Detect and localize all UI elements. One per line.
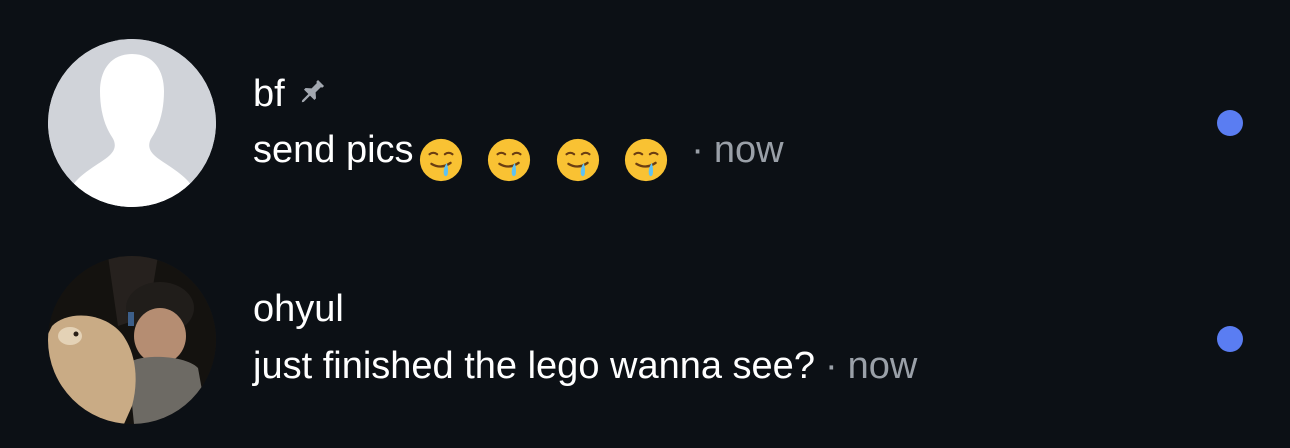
default-avatar-silhouette-icon [48,39,216,207]
drooling-face-emoji-icon [488,138,531,182]
contact-name-text: ohyul [253,288,344,330]
drooling-face-emoji-icon [419,138,462,182]
avatar[interactable] [48,256,216,424]
conversation-list: bf send pics · now ohyul just finished t… [0,0,1290,448]
unread-indicator [1217,110,1243,136]
avatar[interactable] [48,39,216,207]
message-preview-text: just finished the lego wanna see? [253,345,815,387]
contact-name: bf [253,75,329,116]
timestamp: now [713,129,784,171]
conversation-row-ohyul[interactable]: ohyul just finished the lego wanna see? ·… [0,232,1290,448]
emoji-group [418,137,682,183]
pin-icon [295,75,329,116]
contact-name-text: bf [253,73,285,115]
separator-dot: · [691,129,704,171]
unread-indicator [1217,326,1243,352]
message-preview: send pics · now [253,131,784,183]
contact-name: ohyul [253,290,344,328]
separator-dot: · [824,345,838,387]
drooling-face-emoji-icon [625,138,668,182]
user-photo-icon [48,256,216,424]
message-preview: just finished the lego wanna see? · now [253,347,917,385]
timestamp: now [847,345,918,387]
message-preview-text: send pics [253,129,414,171]
conversation-row-bf[interactable]: bf send pics · now [0,15,1290,231]
drooling-face-emoji-icon [556,138,599,182]
